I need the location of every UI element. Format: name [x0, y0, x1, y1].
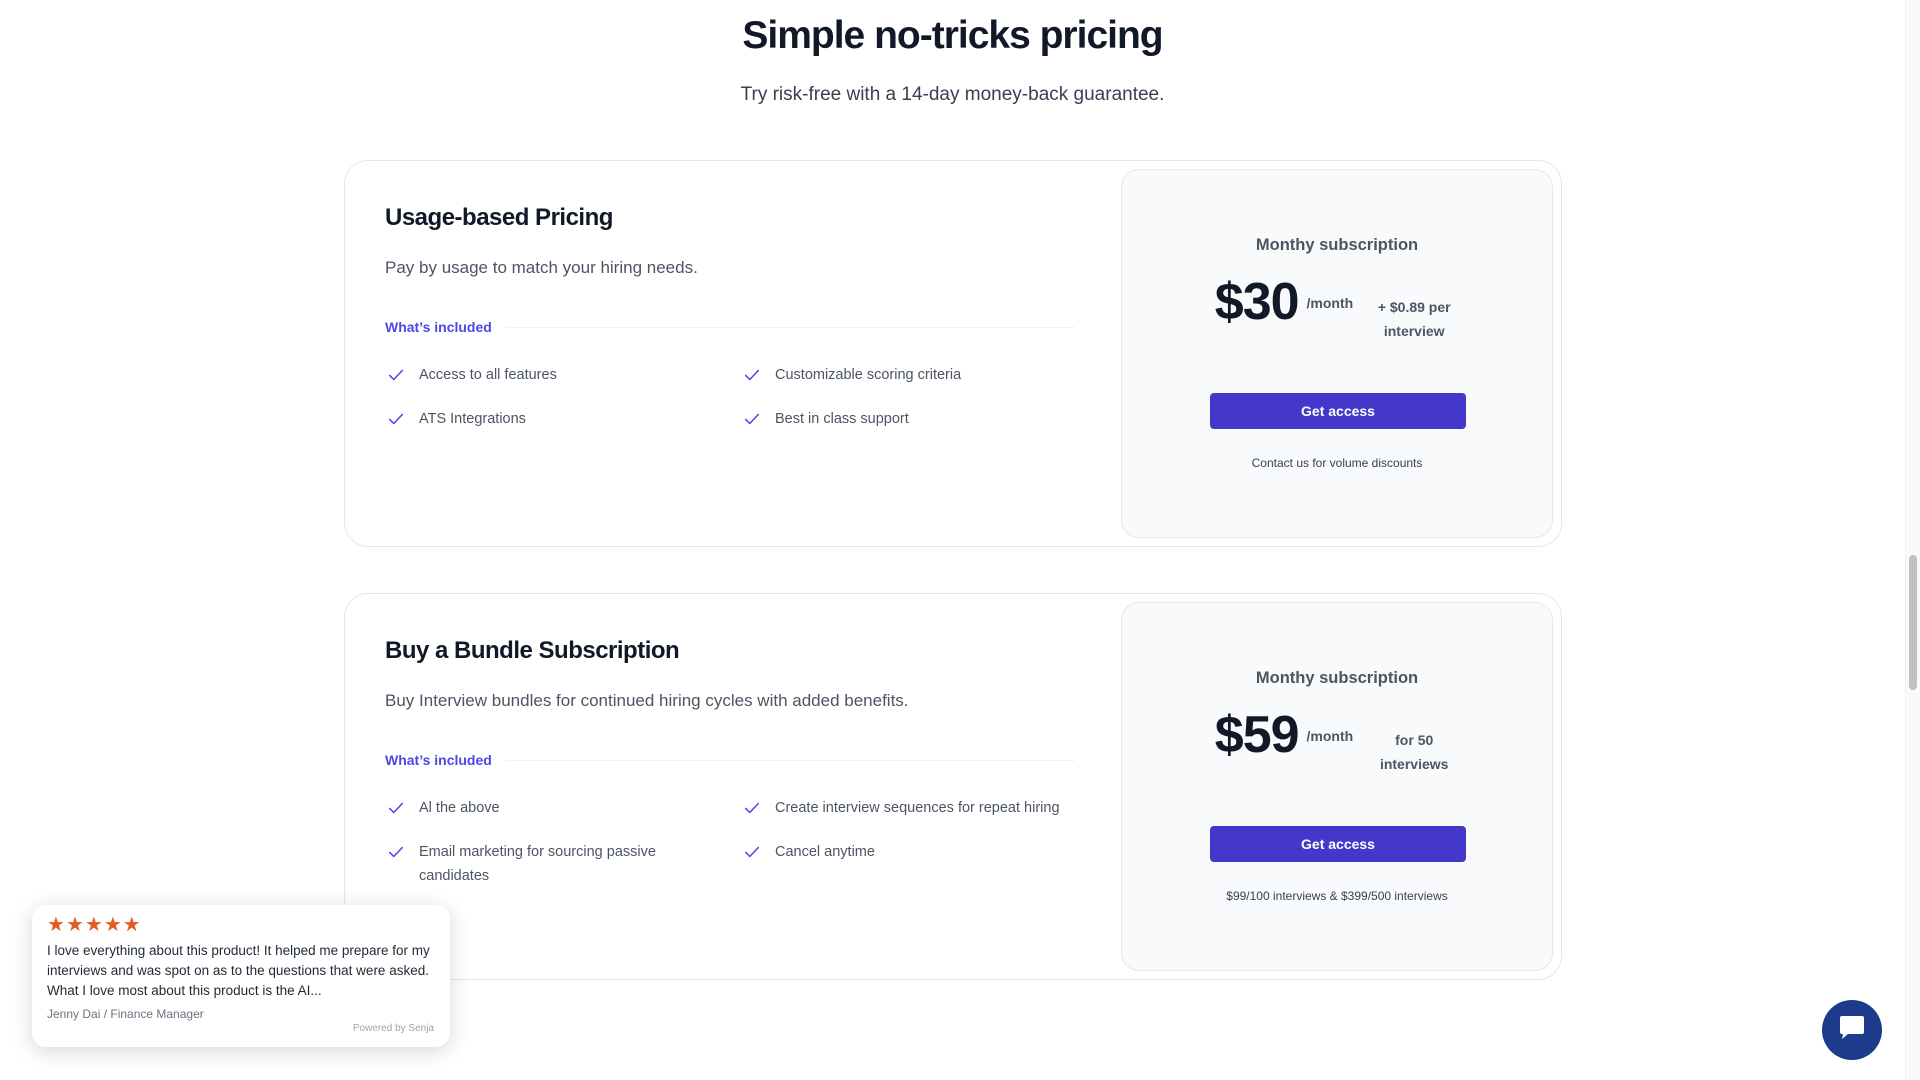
feature-label: Best in class support [775, 411, 909, 427]
star-icon: ★ [47, 914, 65, 936]
feature-label: Cancel anytime [775, 844, 875, 860]
feature-item: Customizable scoring criteria [741, 363, 1075, 387]
pricing-card-bundle: Buy a Bundle Subscription Buy Interview … [344, 593, 1562, 980]
check-icon [387, 799, 405, 817]
review-widget[interactable]: ★ ★ ★ ★ ★ I love everything about this p… [32, 905, 450, 1047]
price-row: $59 /month for 50 interviews [1122, 707, 1552, 776]
feature-item: Cancel anytime [741, 840, 1075, 888]
price-amount: $59 [1214, 706, 1300, 764]
price-period: /month [1306, 295, 1354, 311]
star-icon: ★ [84, 914, 103, 936]
price-row: $30 /month + $0.89 per interview [1122, 274, 1552, 343]
plan-details: Usage-based Pricing Pay by usage to matc… [385, 201, 1075, 431]
plan-title: Usage-based Pricing [385, 204, 613, 231]
plan-description: Pay by usage to match your hiring needs. [385, 258, 698, 277]
feature-label: Access to all features [419, 367, 557, 383]
check-icon [387, 366, 405, 384]
included-header: What’s included [385, 750, 1075, 770]
star-icon: ★ [65, 914, 84, 936]
get-access-button[interactable]: Get access [1210, 826, 1466, 862]
feature-item: Best in class support [741, 407, 1075, 431]
price-panel: Monthy subscription $59 /month for 50 in… [1121, 602, 1553, 971]
get-access-button[interactable]: Get access [1210, 393, 1466, 429]
powered-by-link[interactable]: Powered by Senja [353, 1023, 434, 1034]
check-icon [743, 410, 761, 428]
scrollbar[interactable] [1905, 0, 1920, 1080]
scrollbar-thumb[interactable] [1909, 555, 1917, 690]
divider [505, 326, 1075, 328]
plan-details: Buy a Bundle Subscription Buy Interview … [385, 634, 1075, 888]
star-icon: ★ [103, 914, 122, 936]
check-icon [743, 799, 761, 817]
feature-item: Email marketing for sourcing passive can… [385, 840, 741, 888]
page-subtitle: Try risk-free with a 14-day money-back g… [740, 84, 1165, 105]
chat-bubble-icon [1837, 1014, 1867, 1047]
feature-label: Customizable scoring criteria [775, 367, 962, 383]
price-heading: Monthy subscription [1255, 669, 1419, 687]
feature-item: Access to all features [385, 363, 741, 387]
price-extra: + $0.89 per interview [1377, 299, 1451, 339]
check-icon [743, 366, 761, 384]
page-title: Simple no-tricks pricing [742, 14, 1163, 57]
chat-launcher-button[interactable] [1822, 1000, 1882, 1060]
check-icon [743, 843, 761, 861]
plan-description: Buy Interview bundles for continued hiri… [385, 691, 909, 710]
feature-label: Email marketing for sourcing passive can… [419, 844, 656, 884]
feature-list: Al the above Create interview sequences … [385, 796, 1075, 888]
feature-item: Create interview sequences for repeat hi… [741, 796, 1075, 820]
pricing-card-usage: Usage-based Pricing Pay by usage to matc… [344, 160, 1562, 547]
divider [505, 759, 1075, 761]
price-heading: Monthy subscription [1255, 236, 1419, 254]
price-panel: Monthy subscription $30 /month + $0.89 p… [1121, 169, 1553, 538]
check-icon [387, 410, 405, 428]
review-author: Jenny Dai / Finance Manager [47, 1007, 204, 1021]
check-icon [387, 843, 405, 861]
review-text: I love everything about this product! It… [47, 943, 430, 998]
price-amount: $30 [1214, 273, 1300, 331]
feature-item: Al the above [385, 796, 741, 820]
feature-label: ATS Integrations [419, 411, 526, 427]
plan-title: Buy a Bundle Subscription [385, 637, 680, 664]
included-label: What’s included [385, 319, 492, 335]
price-note: $99/100 interviews & $399/500 interviews [1226, 889, 1448, 903]
star-icon: ★ [122, 914, 141, 936]
feature-list: Access to all features Customizable scor… [385, 363, 1075, 431]
feature-item: ATS Integrations [385, 407, 741, 431]
price-period: /month [1306, 728, 1354, 744]
feature-label: Create interview sequences for repeat hi… [775, 800, 1060, 816]
price-note: Contact us for volume discounts [1251, 456, 1423, 470]
price-extra: for 50 interviews [1379, 732, 1449, 772]
feature-label: Al the above [419, 800, 500, 816]
included-label: What’s included [385, 752, 492, 768]
star-rating: ★ ★ ★ ★ ★ [47, 915, 141, 935]
included-header: What’s included [385, 317, 1075, 337]
